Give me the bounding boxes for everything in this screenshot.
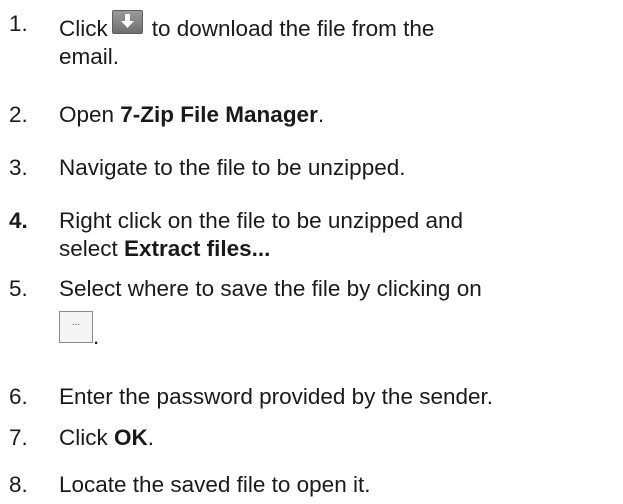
download-button-icon[interactable]: [111, 10, 143, 34]
download-arrow-icon: [120, 14, 134, 28]
step-1-text-start: Click: [59, 16, 108, 41]
step-4-number: 4.: [9, 208, 28, 233]
step-8-text: Locate the saved file to open it.: [59, 471, 619, 499]
step-1-text: Click to download the file from the email…: [59, 10, 619, 71]
step-4-menu-item: Extract files...: [124, 236, 271, 261]
step-5-period: .: [93, 324, 100, 349]
step-8-number: 8.: [9, 472, 28, 497]
step-4-text: Right click on the file to be unzipped a…: [59, 207, 619, 263]
step-2-text: Open 7-Zip File Manager.: [59, 101, 619, 129]
step-3-text-start: Navigate to the file to be unzipped.: [59, 155, 406, 180]
step-7-text-start: Click: [59, 425, 114, 450]
browse-button-dots: ...: [71, 317, 81, 328]
step-2-app-name: 7-Zip File Manager: [120, 102, 318, 127]
step-1-number: 1.: [9, 11, 28, 36]
step-8-text-start: Locate the saved file to open it.: [59, 472, 371, 497]
step-7-text-end: .: [147, 425, 155, 450]
step-4-text-start: Right click on the file to be unzipped a…: [59, 208, 464, 233]
step-3-number: 3.: [9, 155, 28, 180]
step-7-ok-label: OK: [114, 425, 148, 450]
step-6-text-start: Enter the password provided by the sende…: [59, 384, 494, 409]
step-5-text-start: Select where to save the file by clickin…: [59, 276, 482, 301]
step-1-text-middle: to download the file from the: [151, 16, 435, 41]
step-5-number: 5.: [9, 276, 28, 301]
browse-button-icon[interactable]: ...: [59, 311, 93, 343]
step-1-text-end: email.: [59, 44, 120, 69]
step-3-text: Navigate to the file to be unzipped.: [59, 154, 619, 182]
step-2-text-end: .: [317, 102, 325, 127]
step-6-text: Enter the password provided by the sende…: [59, 383, 619, 411]
step-2-text-start: Open: [59, 102, 121, 127]
step-5-text: Select where to save the file by clickin…: [59, 275, 619, 351]
step-5-browse-row: ....: [59, 311, 99, 351]
step-7-text: Click OK.: [59, 424, 619, 452]
step-2-number: 2.: [9, 102, 28, 127]
step-6-number: 6.: [9, 384, 28, 409]
step-4-text-select: select: [59, 236, 125, 261]
step-7-number: 7.: [9, 425, 28, 450]
